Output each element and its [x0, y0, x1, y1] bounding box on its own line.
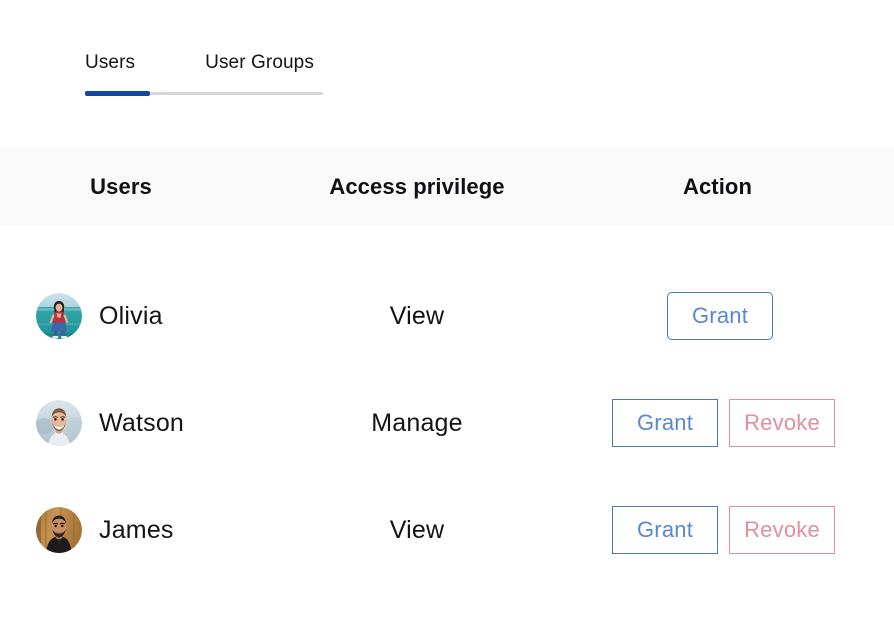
olivia-avatar	[36, 293, 82, 339]
user-cell: James	[36, 489, 174, 571]
column-header-access-privilege: Access privilege	[329, 174, 505, 199]
revoke-button[interactable]: Revoke	[729, 399, 835, 447]
tab-user-groups[interactable]: User Groups	[205, 50, 314, 76]
user-cell: Watson	[36, 382, 184, 464]
table-row: Olivia View Grant	[0, 275, 894, 357]
access-privilege-value: Manage	[371, 408, 463, 437]
column-header-users: Users	[90, 174, 152, 199]
user-name: Watson	[99, 409, 185, 437]
revoke-button[interactable]: Revoke	[729, 506, 835, 554]
action-cell: Grant	[667, 275, 773, 357]
grant-button[interactable]: Grant	[612, 399, 718, 447]
watson-avatar	[36, 400, 82, 446]
grant-button[interactable]: Grant	[612, 506, 718, 554]
user-name: Olivia	[99, 302, 163, 330]
table-header: Users Access privilege Action	[0, 148, 894, 226]
user-name: James	[99, 516, 174, 544]
table-row: James View Grant Revoke	[0, 489, 894, 571]
tab-bar: Users User Groups	[85, 50, 314, 76]
james-avatar	[36, 507, 82, 553]
column-header-action: Action	[682, 174, 753, 199]
access-privilege-value: View	[389, 515, 445, 544]
tab-users[interactable]: Users	[85, 50, 135, 76]
tab-active-indicator	[85, 91, 150, 96]
action-cell: Grant Revoke	[612, 489, 835, 571]
user-cell: Olivia	[36, 275, 163, 357]
table-row: Watson Manage Grant Revoke	[0, 382, 894, 464]
action-cell: Grant Revoke	[612, 382, 835, 464]
grant-button[interactable]: Grant	[667, 292, 773, 340]
access-privilege-value: View	[389, 301, 445, 330]
access-privileges-panel: Users User Groups Users Access privilege…	[0, 0, 894, 640]
